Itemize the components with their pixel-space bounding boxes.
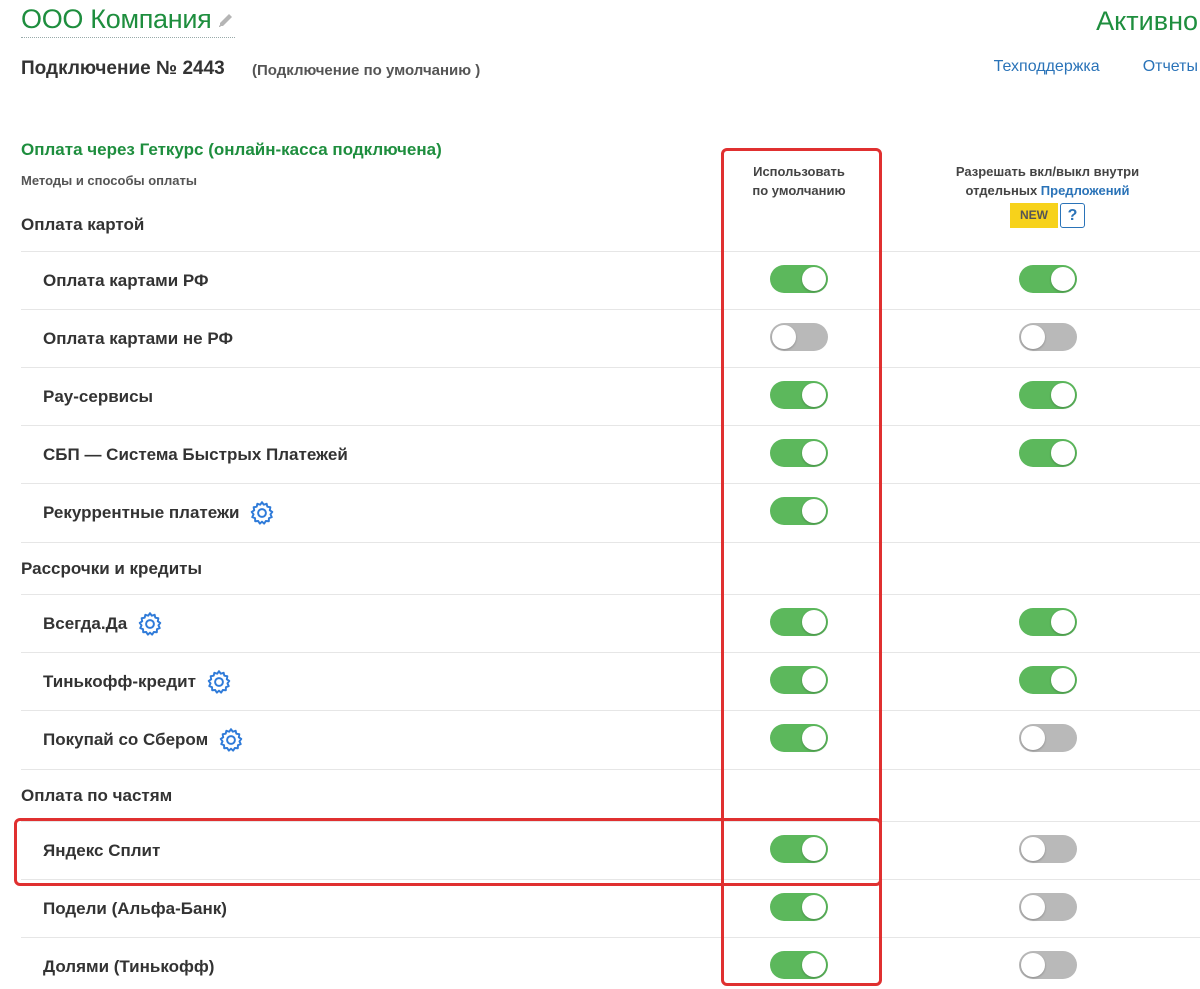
- default-toggle[interactable]: [770, 323, 828, 351]
- company-name: ООО Компания: [21, 4, 212, 34]
- allow-toggle[interactable]: [1019, 608, 1077, 636]
- toggle-knob: [1051, 610, 1075, 634]
- default-toggle[interactable]: [770, 666, 828, 694]
- payment-row-label: Оплата картами не РФ: [43, 329, 233, 348]
- group-title-parts: Оплата по частям: [21, 786, 173, 805]
- toggle-knob: [802, 610, 826, 634]
- new-badge: NEW: [1010, 203, 1058, 228]
- payment-row: СБП — Система Быстрых Платежей: [21, 425, 1200, 483]
- column-header-default-line1: Использовать: [753, 164, 845, 179]
- payment-row-label: Яндекс Сплит: [43, 841, 161, 860]
- group-row: Рассрочки и кредиты: [21, 542, 1200, 594]
- column-header-allow-line2: отдельных Предложений: [940, 181, 1155, 200]
- payment-row: Всегда.Да: [21, 594, 1200, 652]
- allow-toggle[interactable]: [1019, 893, 1077, 921]
- status-label: Активно: [1096, 6, 1198, 36]
- payment-row: Оплата картами РФ: [21, 251, 1200, 309]
- toggle-knob: [802, 383, 826, 407]
- payment-row-text: Покупай со Сбером: [43, 730, 209, 749]
- connection-title: Подключение № 2443: [21, 58, 225, 79]
- section-title: Оплата через Геткурс (онлайн-касса подкл…: [21, 140, 442, 159]
- payment-row-text: Рекуррентные платежи: [43, 503, 240, 522]
- column-header-default: Использовать по умолчанию: [728, 162, 870, 200]
- payment-row: Pay-сервисы: [21, 367, 1200, 425]
- payment-row: Долями (Тинькофф): [21, 937, 1200, 989]
- payment-row: Оплата картами не РФ: [21, 309, 1200, 367]
- pencil-icon[interactable]: [217, 11, 235, 29]
- gear-icon[interactable]: [137, 611, 163, 637]
- default-toggle[interactable]: [770, 265, 828, 293]
- payment-row-label: СБП — Система Быстрых Платежей: [43, 445, 348, 464]
- allow-toggle[interactable]: [1019, 381, 1077, 409]
- payment-row-label: Покупай со Сбером: [43, 711, 244, 769]
- support-link[interactable]: Техподдержка: [994, 58, 1100, 76]
- default-toggle[interactable]: [770, 724, 828, 752]
- payment-row: Яндекс Сплит: [21, 821, 1200, 879]
- default-toggle[interactable]: [770, 497, 828, 525]
- allow-toggle[interactable]: [1019, 439, 1077, 467]
- allow-toggle[interactable]: [1019, 666, 1077, 694]
- toggle-knob: [1021, 837, 1045, 861]
- column-header-allow-line1: Разрешать вкл/выкл внутри: [955, 164, 1140, 179]
- default-toggle[interactable]: [770, 951, 828, 979]
- payment-row: Подели (Альфа-Банк): [21, 879, 1200, 937]
- payment-row-label: Всегда.Да: [43, 595, 163, 653]
- methods-label: Методы и способы оплаты: [21, 173, 197, 188]
- toggle-knob: [802, 895, 826, 919]
- payment-row: Рекуррентные платежи: [21, 483, 1200, 541]
- offers-link[interactable]: Предложений: [1041, 183, 1130, 198]
- column-header-allow: Разрешать вкл/выкл внутри отдельных Пред…: [940, 162, 1155, 228]
- company-name-block: ООО Компания: [21, 4, 236, 38]
- payment-row-label: Подели (Альфа-Банк): [43, 899, 227, 918]
- group-title-credit: Рассрочки и кредиты: [21, 559, 202, 578]
- toggle-knob: [772, 325, 796, 349]
- group-row: Оплата по частям: [21, 769, 1200, 821]
- allow-toggle[interactable]: [1019, 835, 1077, 863]
- default-toggle[interactable]: [770, 381, 828, 409]
- toggle-knob: [1051, 383, 1075, 407]
- allow-toggle[interactable]: [1019, 951, 1077, 979]
- toggle-knob: [1051, 668, 1075, 692]
- group-title-card: Оплата картой: [21, 215, 145, 234]
- gear-icon[interactable]: [206, 669, 232, 695]
- toggle-knob: [802, 953, 826, 977]
- gear-icon[interactable]: [249, 500, 275, 526]
- allow-toggle[interactable]: [1019, 323, 1077, 351]
- default-toggle[interactable]: [770, 439, 828, 467]
- allow-toggle[interactable]: [1019, 265, 1077, 293]
- payment-row: Тинькофф-кредит: [21, 652, 1200, 710]
- column-header-allow-prefix: отдельных: [965, 183, 1041, 198]
- payment-row-text: Тинькофф-кредит: [43, 672, 196, 691]
- toggle-knob: [802, 726, 826, 750]
- toggle-knob: [1021, 726, 1045, 750]
- connection-subtitle: (Подключение по умолчанию ): [252, 62, 481, 79]
- payment-row-label: Pay-сервисы: [43, 387, 154, 406]
- top-links: Техподдержка Отчеты: [994, 58, 1198, 76]
- payment-row-label: Рекуррентные платежи: [43, 484, 275, 542]
- default-toggle[interactable]: [770, 835, 828, 863]
- toggle-knob: [1051, 267, 1075, 291]
- default-toggle[interactable]: [770, 608, 828, 636]
- payment-row-text: Всегда.Да: [43, 614, 128, 633]
- allow-toggle[interactable]: [1019, 724, 1077, 752]
- payment-row-label: Тинькофф-кредит: [43, 653, 232, 711]
- gear-icon[interactable]: [218, 727, 244, 753]
- toggle-knob: [1051, 441, 1075, 465]
- help-button[interactable]: ?: [1060, 203, 1085, 228]
- toggle-knob: [802, 668, 826, 692]
- toggle-knob: [1021, 953, 1045, 977]
- default-toggle[interactable]: [770, 893, 828, 921]
- reports-link[interactable]: Отчеты: [1143, 58, 1198, 76]
- column-header-default-line2: по умолчанию: [752, 183, 846, 198]
- toggle-knob: [802, 267, 826, 291]
- toggle-knob: [802, 441, 826, 465]
- toggle-knob: [802, 837, 826, 861]
- payment-row: Покупай со Сбером: [21, 710, 1200, 768]
- badges: NEW ?: [940, 203, 1155, 228]
- payment-row-label: Оплата картами РФ: [43, 271, 209, 290]
- toggle-knob: [1021, 895, 1045, 919]
- payment-row-label: Долями (Тинькофф): [43, 957, 215, 976]
- toggle-knob: [1021, 325, 1045, 349]
- toggle-knob: [802, 499, 826, 523]
